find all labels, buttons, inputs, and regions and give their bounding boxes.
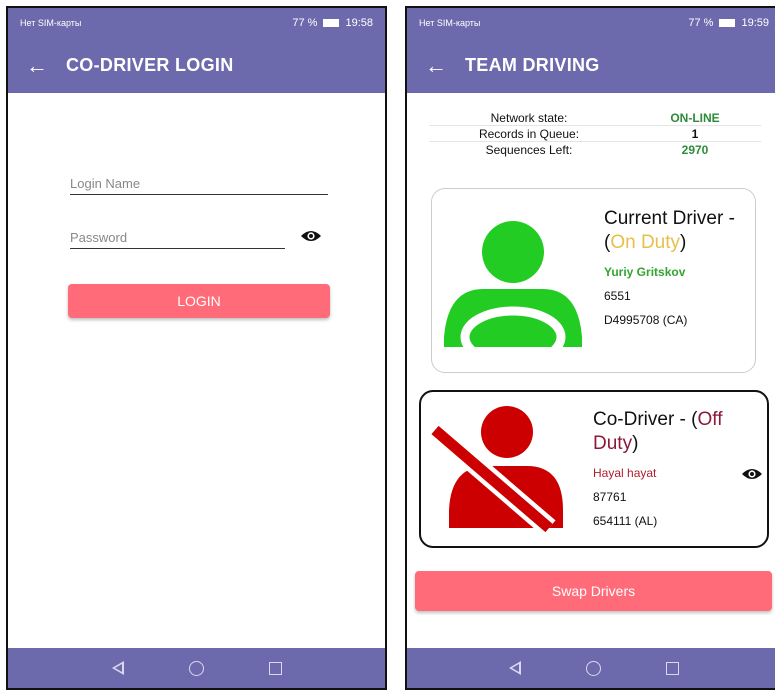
login-name-input[interactable]: Login Name — [70, 176, 328, 195]
nav-recent-icon[interactable] — [268, 661, 282, 675]
driver-wheel-icon — [444, 221, 582, 347]
password-input[interactable]: Password — [70, 230, 285, 249]
sequences-left-row: Sequences Left: 2970 — [429, 142, 761, 158]
network-state-value: ON-LINE — [670, 110, 720, 125]
clock: 19:59 — [741, 17, 769, 29]
current-driver-heading: Current Driver - (On Duty) — [604, 208, 735, 253]
seatbelt-driver-icon — [429, 406, 563, 534]
co-driver-card[interactable]: Co-Driver - (Off Duty) Hayal hayat 87761… — [419, 390, 769, 548]
nav-back-icon[interactable] — [111, 661, 124, 675]
back-arrow-icon[interactable]: ← — [407, 53, 465, 79]
nav-recent-icon[interactable] — [666, 661, 679, 675]
swap-drivers-button[interactable]: Swap Drivers — [415, 571, 772, 611]
battery-icon — [323, 19, 340, 27]
battery-percent: 77 % — [688, 17, 714, 29]
co-driver-id: 87761 — [593, 490, 627, 504]
login-button[interactable]: LOGIN — [68, 284, 330, 318]
current-driver-license: D4995708 (CA) — [604, 313, 688, 327]
status-bar: Нет SIM-карты 77 % 19:58 — [8, 8, 385, 38]
nav-back-icon[interactable] — [509, 661, 521, 675]
co-driver-license: 654111 (AL) — [593, 514, 658, 528]
battery-icon — [719, 19, 736, 27]
page-title: TEAM DRIVING — [465, 55, 600, 75]
co-driver-heading: Co-Driver - (Off Duty) — [593, 409, 723, 454]
app-bar: ← TEAM DRIVING — [407, 38, 775, 93]
sequences-left-value: 2970 — [681, 143, 709, 157]
current-driver-name: Yuriy Gritskov — [604, 265, 686, 279]
team-driving-screen: Нет SIM-карты 77 % 19:59 ← TEAM DRIVING … — [405, 6, 775, 690]
network-info: Network state: ON-LINE Records in Queue:… — [429, 110, 761, 158]
system-nav-bar — [8, 648, 385, 688]
on-duty-status: On Duty — [610, 232, 681, 253]
current-driver-card[interactable]: Current Driver - (On Duty) Yuriy Gritsko… — [431, 188, 756, 373]
network-state-row: Network state: ON-LINE — [429, 110, 761, 126]
clock: 19:58 — [345, 17, 373, 29]
back-arrow-icon[interactable]: ← — [8, 53, 66, 79]
system-nav-bar — [407, 648, 775, 688]
records-in-queue-value: 1 — [691, 126, 699, 141]
eye-icon[interactable] — [741, 467, 763, 481]
nav-home-icon[interactable] — [188, 660, 204, 676]
eye-icon[interactable] — [300, 229, 322, 243]
battery-percent: 77 % — [292, 17, 318, 29]
current-driver-id: 6551 — [604, 289, 631, 303]
status-bar: Нет SIM-карты 77 % 19:59 — [407, 8, 775, 38]
co-driver-login-screen: Нет SIM-карты 77 % 19:58 ← CO-DRIVER LOG… — [6, 6, 387, 690]
carrier-label: Нет SIM-карты — [419, 18, 481, 28]
app-bar: ← CO-DRIVER LOGIN — [8, 38, 385, 93]
nav-home-icon[interactable] — [586, 660, 601, 676]
page-title: CO-DRIVER LOGIN — [66, 55, 234, 75]
records-in-queue-row: Records in Queue: 1 — [429, 126, 761, 142]
co-driver-name: Hayal hayat — [593, 466, 657, 480]
carrier-label: Нет SIM-карты — [20, 18, 82, 28]
